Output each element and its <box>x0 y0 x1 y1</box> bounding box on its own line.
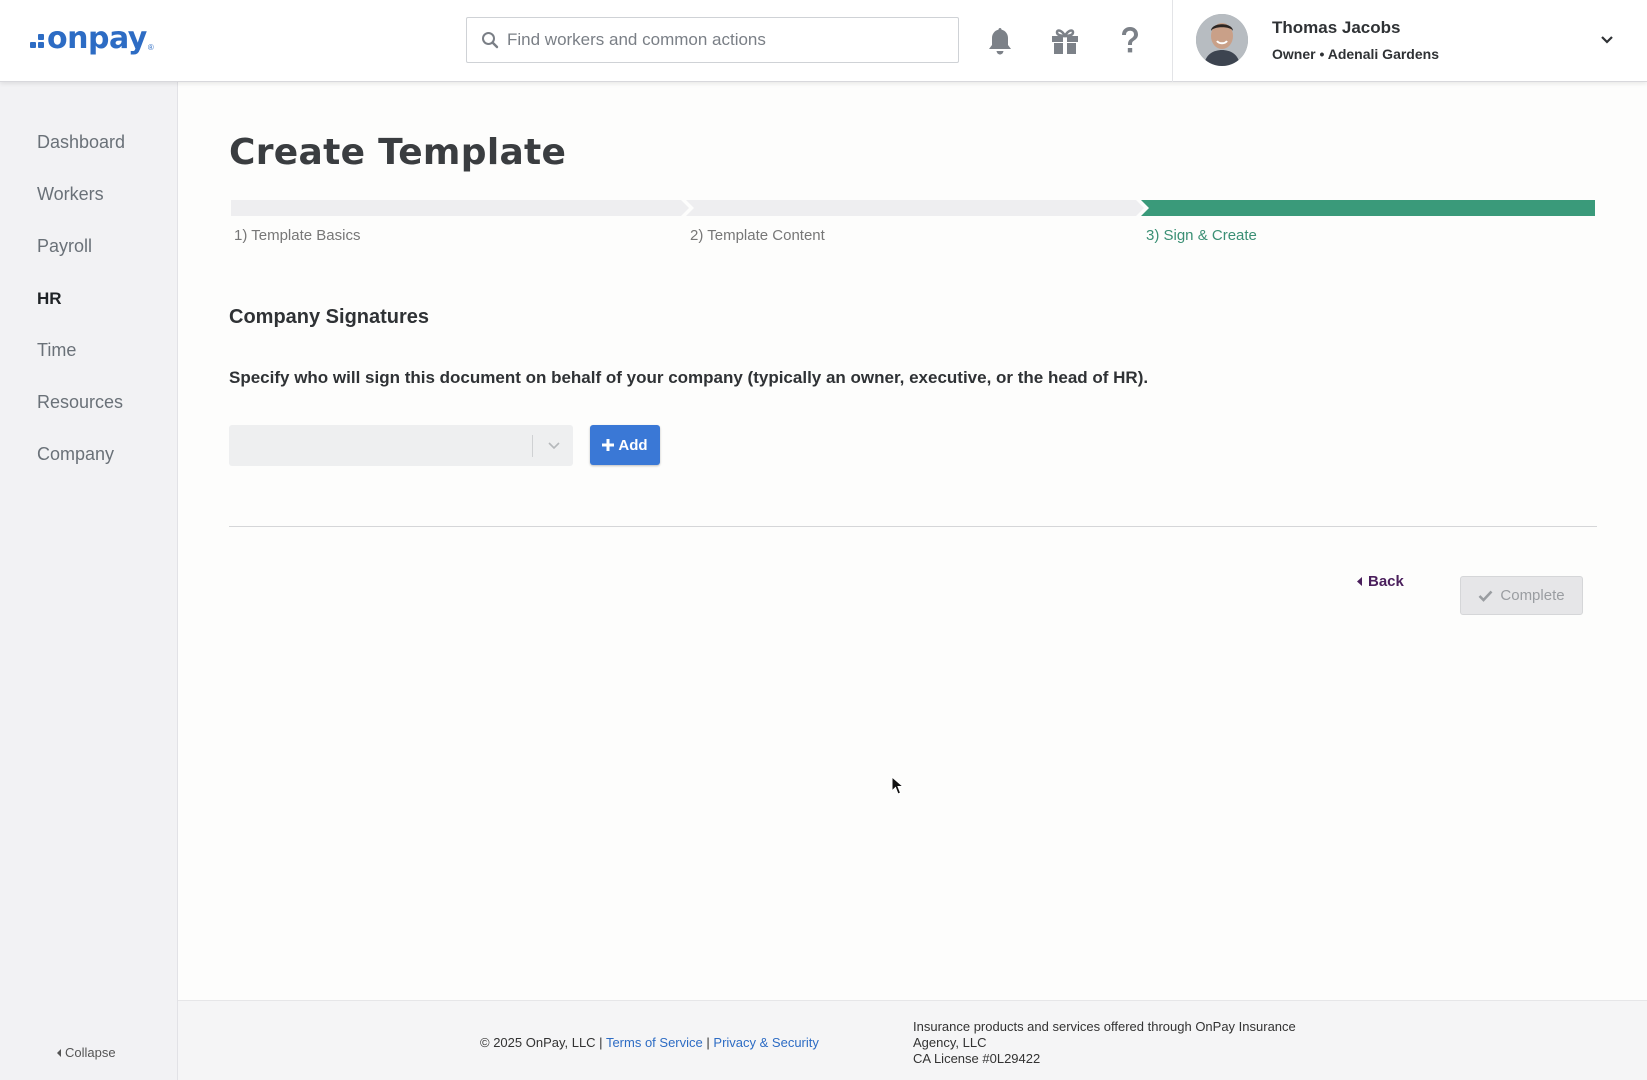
user-photo <box>1196 14 1248 66</box>
select-separator <box>532 435 533 457</box>
page-title: Create Template <box>229 132 567 173</box>
user-name[interactable]: Thomas Jacobs <box>1272 18 1401 38</box>
footer-links: © 2025 OnPay, LLC | Terms of Service | P… <box>480 1035 819 1050</box>
search-box[interactable] <box>466 17 959 63</box>
step-1-label: 1) Template Basics <box>234 227 361 244</box>
add-signer-button[interactable]: Add <box>590 425 660 465</box>
check-icon <box>1478 590 1493 602</box>
complete-button-label: Complete <box>1500 587 1565 604</box>
user-menu-toggle[interactable] <box>1600 32 1614 50</box>
step-1-bar <box>231 200 689 216</box>
gift-icon <box>1052 29 1078 54</box>
sidebar-item-resources[interactable]: Resources <box>37 392 123 413</box>
sidebar-item-hr[interactable]: HR <box>37 289 62 309</box>
chevron-down-icon <box>548 442 560 450</box>
mouse-cursor-icon <box>891 776 905 795</box>
collapse-button[interactable]: Collapse <box>56 1045 116 1060</box>
chevron-down-icon <box>1601 36 1613 44</box>
collapse-label: Collapse <box>65 1045 116 1060</box>
logo-mark <box>30 34 44 48</box>
help-button[interactable] <box>1114 24 1146 58</box>
step-3-bar <box>1141 200 1595 216</box>
plus-icon <box>602 439 615 451</box>
signer-select[interactable] <box>229 425 573 466</box>
section-divider <box>229 526 1597 527</box>
back-button[interactable]: Back <box>1357 573 1404 590</box>
search-icon <box>482 32 499 49</box>
logo-registered: ® <box>147 43 154 52</box>
caret-left-icon <box>57 1048 61 1057</box>
notifications-button[interactable] <box>984 24 1016 58</box>
insurance-line-1: Insurance products and services offered … <box>913 1019 1296 1034</box>
back-button-label: Back <box>1368 573 1404 590</box>
help-icon <box>1122 27 1138 53</box>
sidebar-item-dashboard[interactable]: Dashboard <box>37 132 125 153</box>
footer: © 2025 OnPay, LLC | Terms of Service | P… <box>178 1000 1647 1080</box>
step-2-label: 2) Template Content <box>690 227 825 244</box>
main-content: Create Template 1) Template Basics 2) Te… <box>178 82 1647 1000</box>
user-role: Owner • Adenali Gardens <box>1272 46 1439 62</box>
logo-text: onpay <box>47 21 147 56</box>
sidebar-item-company[interactable]: Company <box>37 444 114 465</box>
terms-link[interactable]: Terms of Service <box>606 1035 703 1050</box>
search-input[interactable] <box>507 30 927 50</box>
top-header: onpay ® Find workers and common actions … <box>0 0 1647 82</box>
footer-separator: | <box>706 1035 710 1050</box>
step-3-label: 3) Sign & Create <box>1146 227 1257 244</box>
complete-button[interactable]: Complete <box>1460 576 1583 615</box>
header-divider <box>1172 0 1173 82</box>
section-title: Company Signatures <box>229 306 430 328</box>
sidebar-item-time[interactable]: Time <box>37 340 76 361</box>
avatar[interactable] <box>1196 14 1248 66</box>
steps-bar <box>231 200 1595 216</box>
step-2-bar <box>686 200 1144 216</box>
section-description: Specify who will sign this document on b… <box>229 368 1149 387</box>
sidebar-item-payroll[interactable]: Payroll <box>37 236 92 257</box>
bell-icon <box>989 28 1011 55</box>
sidebar-item-workers[interactable]: Workers <box>37 184 104 205</box>
privacy-link[interactable]: Privacy & Security <box>713 1035 818 1050</box>
caret-left-icon <box>1357 577 1362 586</box>
progress-steps <box>231 200 1595 216</box>
add-button-label: Add <box>618 436 648 454</box>
insurance-line-2: Agency, LLC <box>913 1035 987 1050</box>
copyright-text: © 2025 OnPay, LLC | <box>480 1035 603 1050</box>
gift-button[interactable] <box>1049 24 1081 58</box>
insurance-disclaimer: Insurance products and services offered … <box>913 1019 1333 1067</box>
onpay-logo[interactable]: onpay ® <box>30 22 154 54</box>
sidebar: Dashboard Workers Payroll HR Time Resour… <box>0 82 178 1080</box>
insurance-line-3: CA License #0L29422 <box>913 1051 1041 1066</box>
